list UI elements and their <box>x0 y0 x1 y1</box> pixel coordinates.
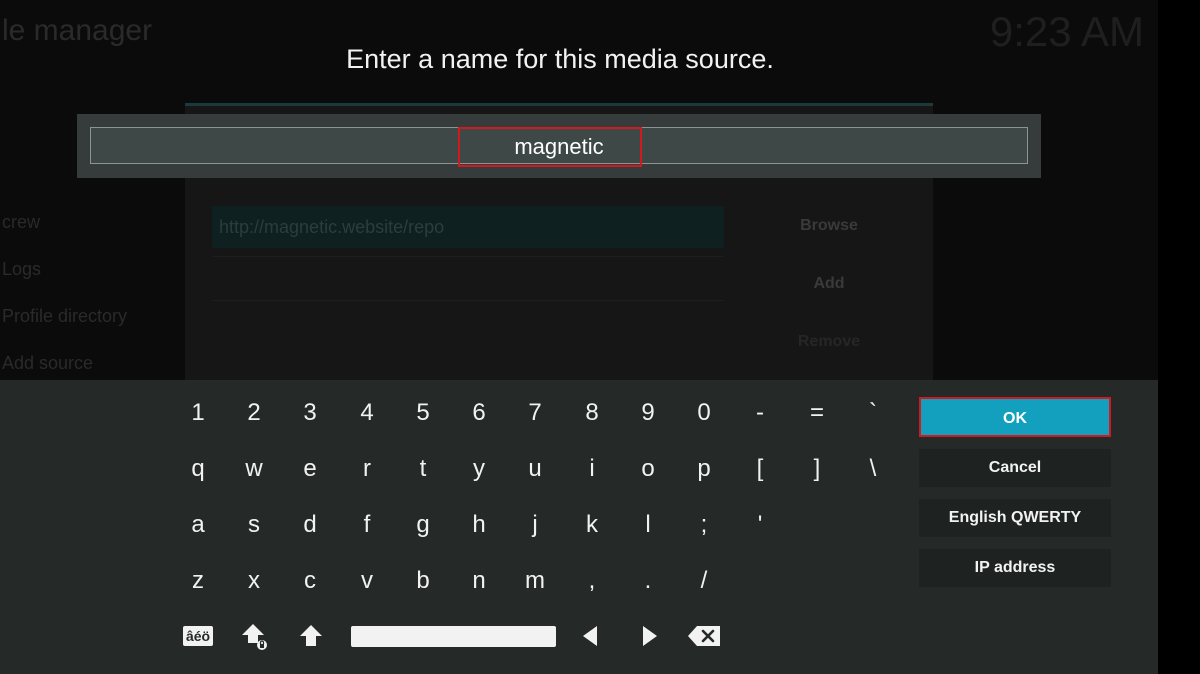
key[interactable]: i <box>565 447 619 491</box>
key[interactable]: 1 <box>171 391 225 435</box>
dialog-heading: Enter a name for this media source. <box>346 44 774 74</box>
shift-icon <box>300 625 322 646</box>
key[interactable]: r <box>340 447 394 491</box>
cancel-button[interactable]: Cancel <box>919 449 1111 487</box>
background-divider <box>212 300 724 301</box>
key[interactable]: z <box>171 559 225 603</box>
key[interactable]: 8 <box>565 391 619 435</box>
shift-key[interactable] <box>286 614 336 658</box>
cursor-left-key[interactable] <box>565 614 615 658</box>
key[interactable]: / <box>677 559 731 603</box>
key[interactable]: u <box>508 447 562 491</box>
keyboard-layout-button[interactable]: English QWERTY <box>919 499 1111 537</box>
backspace-key[interactable] <box>679 614 729 658</box>
symbols-key-label: âéö <box>182 626 214 646</box>
background-add-button: Add <box>813 275 845 292</box>
key[interactable]: q <box>171 447 225 491</box>
background-sidebar: crew Logs Profile directory Add source <box>2 212 127 400</box>
key[interactable]: j <box>508 503 562 547</box>
key[interactable]: e <box>283 447 337 491</box>
background-remove-button: Remove <box>797 333 861 350</box>
key[interactable]: 6 <box>452 391 506 435</box>
key[interactable]: 2 <box>227 391 281 435</box>
key[interactable]: 5 <box>396 391 450 435</box>
key[interactable]: ` <box>846 391 900 435</box>
background-sidebar-item: Profile directory <box>2 306 128 326</box>
key[interactable]: l <box>621 503 675 547</box>
key[interactable]: d <box>283 503 337 547</box>
key[interactable]: p <box>677 447 731 491</box>
ip-address-button[interactable]: IP address <box>919 549 1111 587</box>
caps-lock-key[interactable] <box>230 614 280 658</box>
key[interactable]: k <box>565 503 619 547</box>
key[interactable]: x <box>227 559 281 603</box>
key[interactable]: 9 <box>621 391 675 435</box>
key[interactable]: g <box>396 503 450 547</box>
kodi-screen: le manager 9:23 AM crew Logs Profile dir… <box>0 0 1158 674</box>
key[interactable]: 0 <box>677 391 731 435</box>
ok-button[interactable]: OK <box>919 397 1111 437</box>
background-browse-button: Browse <box>800 217 858 234</box>
caps-lock-icon <box>242 624 267 650</box>
key[interactable]: ] <box>790 447 844 491</box>
backspace-icon <box>688 626 720 646</box>
key[interactable]: a <box>171 503 225 547</box>
key[interactable]: y <box>452 447 506 491</box>
key[interactable]: [ <box>733 447 787 491</box>
key[interactable]: s <box>227 503 281 547</box>
key[interactable]: o <box>621 447 675 491</box>
key[interactable]: - <box>733 391 787 435</box>
cursor-right-key[interactable] <box>625 614 675 658</box>
key[interactable]: v <box>340 559 394 603</box>
key[interactable]: 7 <box>508 391 562 435</box>
key[interactable]: m <box>508 559 562 603</box>
key[interactable]: f <box>340 503 394 547</box>
key[interactable]: b <box>396 559 450 603</box>
key[interactable]: w <box>227 447 281 491</box>
background-window-title: le manager <box>2 14 153 47</box>
key[interactable]: 3 <box>283 391 337 435</box>
arrow-right-icon <box>643 626 657 646</box>
key[interactable]: n <box>452 559 506 603</box>
key[interactable]: , <box>565 559 619 603</box>
letterbox-strip <box>1158 0 1200 674</box>
key[interactable]: \ <box>846 447 900 491</box>
key[interactable]: 4 <box>340 391 394 435</box>
space-bar[interactable] <box>351 626 556 647</box>
symbols-key[interactable]: âéö <box>173 614 223 658</box>
key[interactable]: c <box>283 559 337 603</box>
key[interactable]: ' <box>733 503 787 547</box>
background-sidebar-item: crew <box>2 212 41 232</box>
key[interactable]: = <box>790 391 844 435</box>
background-source-path: http://magnetic.website/repo <box>212 206 724 248</box>
background-divider <box>212 256 724 257</box>
arrow-left-icon <box>583 626 597 646</box>
key[interactable]: . <box>621 559 675 603</box>
key[interactable]: t <box>396 447 450 491</box>
background-sidebar-item: Logs <box>2 259 42 279</box>
key[interactable]: ; <box>677 503 731 547</box>
annotation-highlight-box <box>458 127 642 167</box>
key[interactable]: h <box>452 503 506 547</box>
